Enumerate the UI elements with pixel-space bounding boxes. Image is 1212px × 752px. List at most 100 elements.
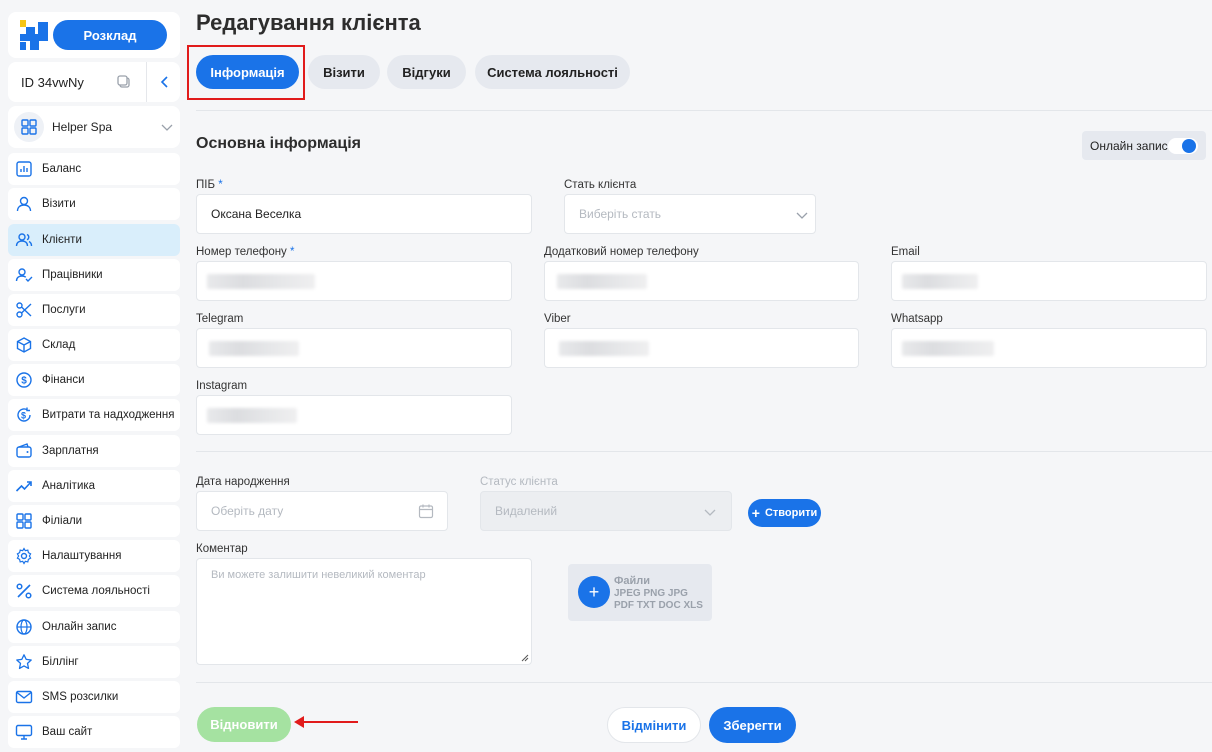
logo-icon[interactable] bbox=[20, 20, 48, 50]
redacted-value bbox=[207, 274, 315, 289]
divider bbox=[196, 110, 1212, 111]
branch-name: Helper Spa bbox=[52, 120, 113, 134]
sidebar-item-warehouse[interactable]: Склад bbox=[8, 329, 180, 361]
sidebar-item-finance[interactable]: $ Фінанси bbox=[8, 364, 180, 396]
extra-phone-label: Додатковий номер телефону bbox=[544, 246, 699, 258]
viber-label: Viber bbox=[544, 313, 571, 325]
sidebar-item-clients[interactable]: Клієнти bbox=[8, 224, 180, 256]
sidebar-item-salary[interactable]: Зарплатня bbox=[8, 435, 180, 467]
sidebar-item-branches[interactable]: Філіали bbox=[8, 505, 180, 537]
sidebar-item-billing[interactable]: Біллінг bbox=[8, 646, 180, 678]
box-icon bbox=[16, 337, 32, 353]
sidebar-item-label: Працівники bbox=[42, 269, 103, 281]
plus-icon: + bbox=[751, 505, 760, 521]
sidebar-item-label: Клієнти bbox=[42, 234, 82, 246]
online-booking-label: Онлайн запис bbox=[1090, 139, 1168, 153]
sidebar-item-label: Філіали bbox=[42, 515, 83, 527]
create-status-button[interactable]: + Створити bbox=[748, 499, 821, 527]
calendar-icon[interactable] bbox=[418, 503, 434, 519]
sidebar-item-label: Послуги bbox=[42, 304, 86, 316]
account-id-row: ID 34vwNy bbox=[8, 62, 180, 102]
phone-field[interactable] bbox=[196, 261, 512, 301]
divider bbox=[146, 62, 147, 102]
wallet-icon bbox=[16, 443, 32, 458]
sidebar-item-label: Аналітика bbox=[42, 480, 96, 492]
sidebar-item-website[interactable]: Ваш сайт bbox=[8, 716, 180, 748]
sidebar-item-label: Ваш сайт bbox=[42, 726, 93, 738]
star-icon bbox=[16, 654, 32, 670]
whatsapp-field[interactable] bbox=[891, 328, 1207, 368]
schedule-button[interactable]: Розклад bbox=[53, 20, 167, 50]
chevron-left-icon[interactable] bbox=[158, 75, 172, 89]
file-upload[interactable]: + Файли JPEG PNG JPG PDF TXT DOC XLS bbox=[568, 564, 712, 621]
sidebar-item-label: Зарплатня bbox=[42, 445, 99, 457]
sidebar-item-visits[interactable]: Візити bbox=[8, 188, 180, 220]
birthdate-label: Дата народження bbox=[196, 476, 290, 488]
main-content: Редагування клієнта Інформація Візити Ві… bbox=[186, 0, 1212, 752]
comment-placeholder: Ви можете залишити невеликий коментар bbox=[211, 569, 426, 581]
redacted-value bbox=[207, 408, 297, 423]
extra-phone-field[interactable] bbox=[544, 261, 859, 301]
phone-label: Номер телефону * bbox=[196, 246, 295, 258]
tab-visits[interactable]: Візити bbox=[308, 55, 380, 89]
sidebar-item-label: SMS розсилки bbox=[42, 691, 119, 703]
sidebar-item-employees[interactable]: Працівники bbox=[8, 259, 180, 291]
restore-button[interactable]: Відновити bbox=[197, 707, 291, 742]
redacted-value bbox=[902, 341, 994, 356]
sidebar-item-balance[interactable]: Баланс bbox=[8, 153, 180, 185]
chevron-down-icon bbox=[796, 212, 808, 219]
tab-loyalty[interactable]: Система лояльності bbox=[475, 55, 630, 89]
page-title: Редагування клієнта bbox=[196, 10, 421, 35]
grid-icon bbox=[16, 513, 32, 529]
mail-icon bbox=[15, 690, 33, 704]
cancel-button[interactable]: Відмінити bbox=[607, 707, 701, 743]
comment-textarea[interactable]: Ви можете залишити невеликий коментар bbox=[196, 558, 532, 665]
sidebar: Розклад ID 34vwNy Helper Spa Баланс Візи… bbox=[0, 0, 186, 752]
instagram-label: Instagram bbox=[196, 380, 248, 392]
toggle-knob bbox=[1182, 139, 1196, 153]
status-select: Видалений bbox=[480, 491, 732, 531]
sidebar-item-services[interactable]: Послуги bbox=[8, 294, 180, 326]
redacted-value bbox=[559, 341, 649, 356]
gender-select[interactable]: Виберіть стать bbox=[564, 194, 816, 234]
sidebar-item-settings[interactable]: Налаштування bbox=[8, 540, 180, 572]
trend-icon bbox=[15, 481, 32, 492]
dollar-icon: $ bbox=[16, 372, 32, 388]
tab-reviews[interactable]: Відгуки bbox=[387, 55, 466, 89]
resize-handle-icon[interactable] bbox=[521, 654, 529, 662]
user-icon bbox=[16, 196, 32, 212]
telegram-field[interactable] bbox=[196, 328, 512, 368]
instagram-field[interactable] bbox=[196, 395, 512, 435]
plus-icon[interactable]: + bbox=[578, 576, 610, 608]
full-name-field[interactable]: Оксана Веселка bbox=[196, 194, 532, 234]
percent-icon bbox=[16, 583, 32, 599]
sidebar-item-cashflow[interactable]: $ Витрати та надходження bbox=[8, 399, 180, 431]
cashflow-icon: $ bbox=[17, 407, 31, 422]
arrow-annotation bbox=[294, 716, 358, 728]
sidebar-item-online-booking[interactable]: Онлайн запис bbox=[8, 611, 180, 643]
full-name-label: ПІБ * bbox=[196, 179, 223, 191]
sidebar-item-label: Склад bbox=[42, 339, 76, 351]
branch-selector[interactable]: Helper Spa bbox=[8, 106, 180, 148]
required-mark: * bbox=[218, 179, 223, 191]
file-types: JPEG PNG JPG PDF TXT DOC XLS bbox=[614, 588, 703, 611]
gender-label: Стать клієнта bbox=[564, 179, 637, 191]
viber-field[interactable] bbox=[544, 328, 859, 368]
section-title: Основна інформація bbox=[196, 135, 361, 152]
sidebar-item-loyalty[interactable]: Система лояльності bbox=[8, 575, 180, 607]
email-field[interactable] bbox=[891, 261, 1207, 301]
sidebar-item-label: Система лояльності bbox=[42, 585, 150, 597]
copy-icon[interactable] bbox=[116, 74, 132, 90]
birthdate-field[interactable]: Оберіть дату bbox=[196, 491, 448, 531]
gear-icon bbox=[16, 547, 32, 565]
phone-label-text: Номер телефону bbox=[196, 246, 287, 258]
save-button[interactable]: Зберегти bbox=[709, 707, 796, 743]
sidebar-item-sms[interactable]: SMS розсилки bbox=[8, 681, 180, 713]
online-booking-toggle[interactable] bbox=[1168, 138, 1198, 154]
status-value: Видалений bbox=[495, 504, 558, 518]
globe-icon bbox=[16, 619, 32, 635]
redacted-value bbox=[209, 341, 299, 356]
sidebar-item-analytics[interactable]: Аналітика bbox=[8, 470, 180, 502]
account-id: ID 34vwNy bbox=[21, 75, 84, 90]
tab-information[interactable]: Інформація bbox=[196, 55, 299, 89]
